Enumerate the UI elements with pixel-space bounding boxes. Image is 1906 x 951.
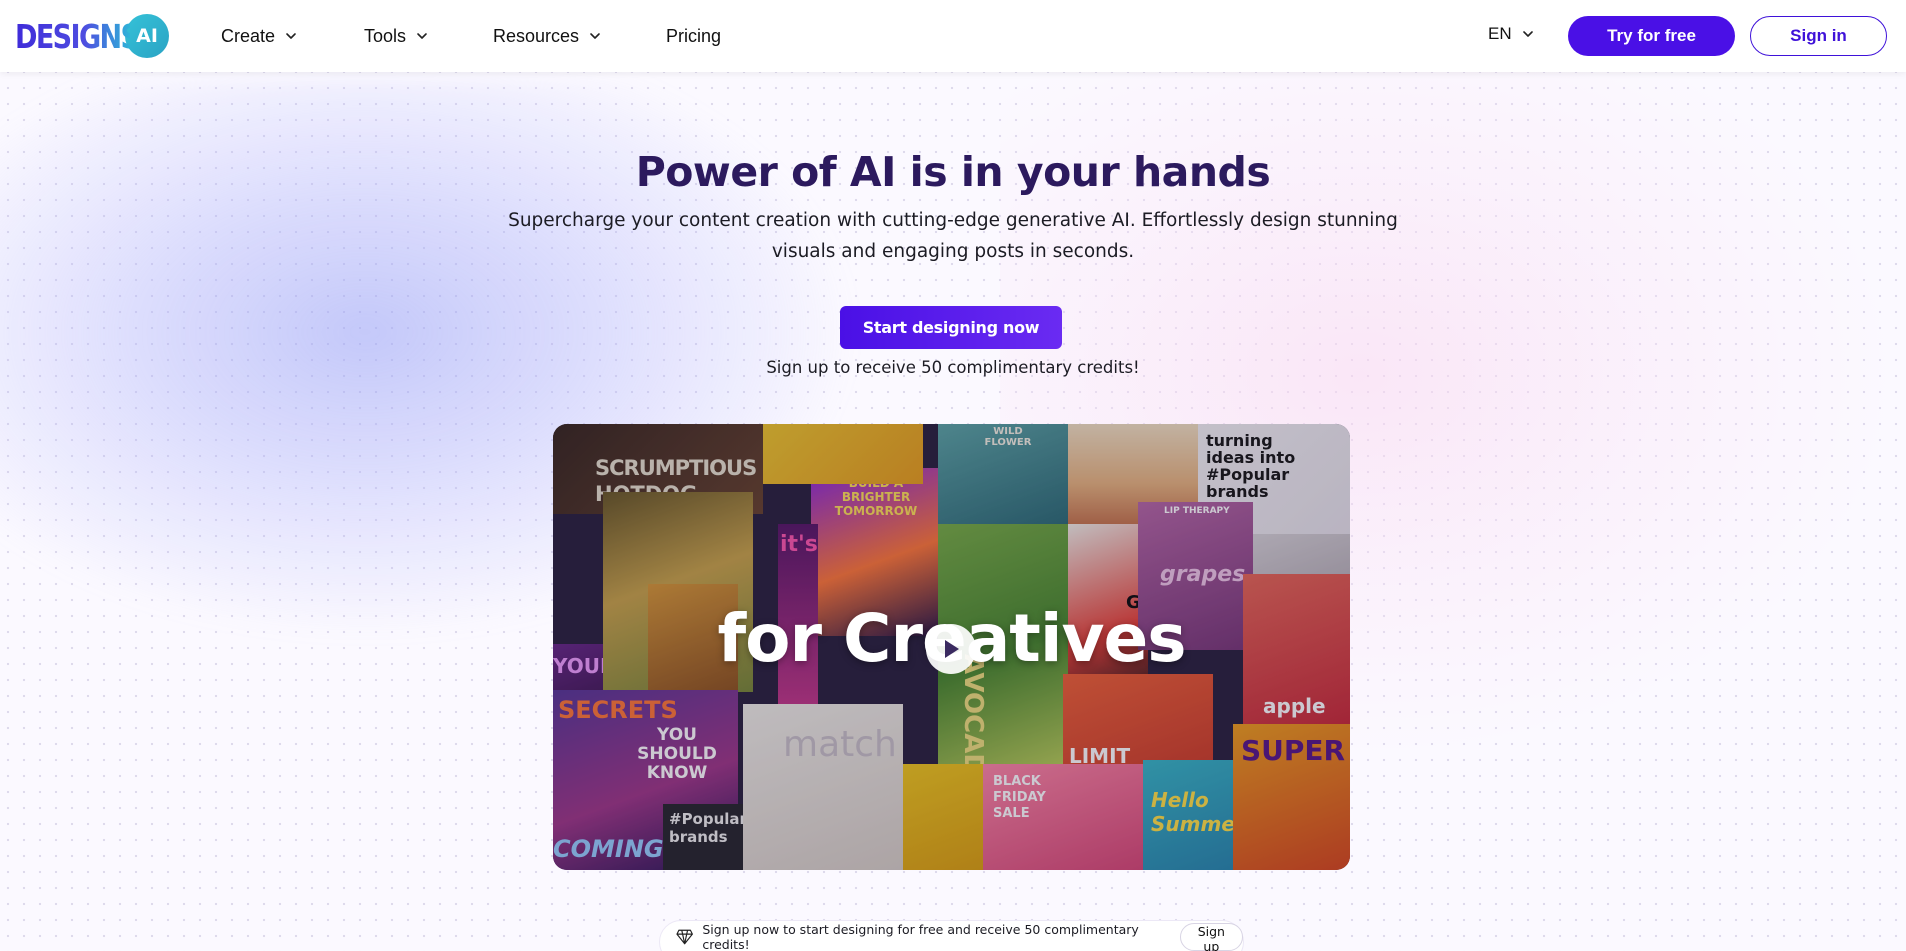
language-selector[interactable]: EN bbox=[1488, 24, 1534, 44]
nav-resources[interactable]: Resources bbox=[493, 26, 601, 47]
language-label: EN bbox=[1488, 24, 1512, 43]
try-for-free-button[interactable]: Try for free bbox=[1568, 16, 1735, 56]
play-button[interactable] bbox=[926, 624, 976, 674]
logo[interactable]: DESIGNS. AI bbox=[15, 14, 169, 58]
sign-in-button[interactable]: Sign in bbox=[1750, 16, 1887, 56]
signup-banner: Sign up now to start designing for free … bbox=[659, 920, 1244, 951]
chevron-down-icon bbox=[1522, 31, 1533, 37]
nav-pricing-label: Pricing bbox=[666, 25, 722, 46]
nav-tools[interactable]: Tools bbox=[364, 26, 428, 47]
start-designing-button[interactable]: Start designing now bbox=[840, 306, 1062, 349]
diamond-icon bbox=[676, 929, 693, 945]
nav-pricing[interactable]: Pricing bbox=[666, 26, 721, 47]
chevron-down-icon bbox=[286, 33, 296, 39]
credits-note: Sign up to receive 50 complimentary cred… bbox=[766, 358, 1140, 377]
chevron-down-icon bbox=[417, 33, 427, 39]
nav-create[interactable]: Create bbox=[221, 26, 297, 47]
top-navbar: DESIGNS. AI Create Tools Resources Prici… bbox=[0, 0, 1906, 72]
hero-title: Power of AI is in your hands bbox=[635, 148, 1271, 196]
chevron-down-icon bbox=[590, 33, 600, 39]
nav-create-label: Create bbox=[221, 25, 276, 46]
play-icon bbox=[945, 640, 959, 658]
hero-subtitle: Supercharge your content creation with c… bbox=[508, 210, 1398, 262]
promo-video[interactable]: SCRUMPTIOUS HOTDOG BUILD A BRIGHTER TOMO… bbox=[553, 424, 1350, 870]
logo-text: DESIGNS. bbox=[15, 16, 149, 56]
nav-resources-label: Resources bbox=[493, 25, 580, 46]
sign-up-button[interactable]: Sign up bbox=[1179, 923, 1243, 951]
signup-banner-text: Sign up now to start designing for free … bbox=[702, 922, 1139, 951]
nav-tools-label: Tools bbox=[364, 25, 407, 46]
